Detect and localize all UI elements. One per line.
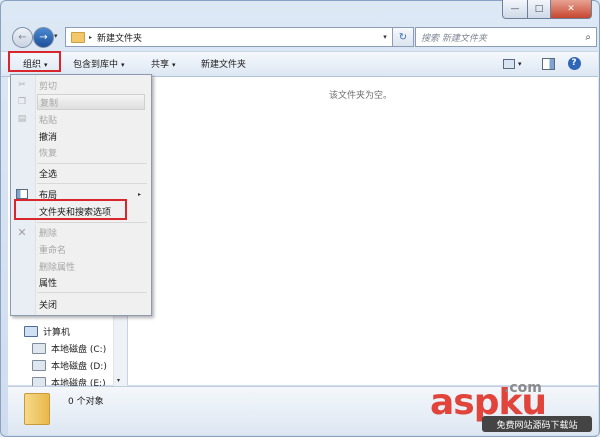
search-placeholder: 搜索 新建文件夹 [421,33,487,44]
item-count: 0 个对象 [68,397,104,407]
chevron-down-icon: ▾ [172,61,176,69]
computer-icon [24,326,38,337]
watermark-banner: 免费网站源码下载站 [482,416,592,432]
share-button[interactable]: 共享 ▾ [151,57,176,70]
address-bar[interactable]: ▸ 新建文件夹 ▾ [65,27,393,47]
search-icon[interactable]: ⌕ [585,32,591,43]
organize-highlight-box [8,51,61,72]
nav-item-label: 计算机 [43,328,71,338]
menu-item-paste[interactable]: 粘贴 [37,111,145,127]
menu-item-label: 恢复 [39,148,58,159]
back-button[interactable]: ← [12,27,33,48]
menu-separator [37,183,147,184]
help-icon: ? [567,57,581,70]
help-button[interactable]: ? [567,56,581,71]
folder-options-highlight-box [14,199,127,220]
folder-icon [71,31,85,43]
menu-item-label: 删除 [39,228,58,239]
window-controls: — □ ✕ [502,0,592,19]
menu-item-undo[interactable]: 撤消 [37,128,145,144]
preview-pane-icon [541,57,555,70]
menu-item-label: 撤消 [39,132,58,143]
search-input[interactable]: 搜索 新建文件夹 ⌕ [415,27,597,47]
menu-item-label: 属性 [39,278,58,289]
nav-item-drive-c[interactable]: 本地磁盘 (C:) [32,342,106,355]
menu-item-copy[interactable]: 复制 [37,94,145,110]
menu-item-cut[interactable]: 剪切 [37,77,145,93]
menu-item-rename[interactable]: 重命名 [37,241,145,257]
nav-item-computer[interactable]: 计算机 [24,325,70,338]
view-icon [503,58,515,69]
maximize-button[interactable]: □ [528,0,551,19]
menu-item-label: 全选 [39,169,58,180]
new-folder-button[interactable]: 新建文件夹 [201,57,246,70]
copy-icon: ❐ [17,97,27,107]
minimize-button[interactable]: — [502,0,528,19]
menu-separator [37,292,147,293]
include-in-library-label: 包含到库中 [73,60,119,70]
chevron-right-icon[interactable]: ▸ [89,34,92,41]
address-path[interactable]: 新建文件夹 [97,31,378,44]
drive-icon [32,343,46,354]
include-in-library-button[interactable]: 包含到库中 ▾ [73,57,125,70]
close-button[interactable]: ✕ [551,0,592,19]
folder-icon [24,393,50,425]
menu-item-label: 关闭 [39,300,58,311]
nav-item-label: 本地磁盘 (C:) [51,345,107,355]
nav-item-label: 本地磁盘 (D:) [51,362,107,372]
empty-folder-message: 该文件夹为空。 [329,91,393,101]
menu-item-label: 粘贴 [39,115,58,126]
menu-item-label: 删除属性 [39,262,76,273]
scroll-down-icon[interactable]: ▾ [117,377,120,384]
preview-pane-button[interactable] [541,56,555,71]
menu-item-close[interactable]: 关闭 [37,296,145,312]
menu-item-delete[interactable]: 删除 [37,224,145,240]
address-dropdown-icon[interactable]: ▾ [378,33,392,41]
history-dropdown-icon[interactable]: ▾ [54,32,58,40]
organize-menu: ✂ 剪切 ❐ 复制 ▤ 粘贴 撤消 恢复 全选 布局 ▸ 文件夹和搜索选项 ✕ 删… [10,74,152,316]
drive-icon [32,360,46,371]
nav-item-drive-d[interactable]: 本地磁盘 (D:) [32,359,107,372]
change-view-button[interactable] [503,56,515,71]
menu-separator [37,163,147,164]
menu-separator [37,222,147,223]
menu-item-label: 剪切 [39,81,58,92]
submenu-arrow-icon: ▸ [137,190,141,198]
delete-x-icon: ✕ [17,225,27,239]
menu-item-select-all[interactable]: 全选 [37,165,145,181]
menu-item-redo[interactable]: 恢复 [37,144,145,160]
watermark-suffix: .com [504,380,542,396]
menu-item-properties[interactable]: 属性 [37,274,145,290]
menu-item-label: 重命名 [39,245,67,256]
refresh-button[interactable]: ↻ [392,27,414,47]
share-label: 共享 [151,60,170,70]
scissors-icon: ✂ [18,80,26,90]
paste-icon: ▤ [17,114,27,124]
forward-button[interactable]: → [33,27,54,48]
view-dropdown-icon[interactable]: ▾ [518,56,522,71]
navigation-bar: ← → ▾ ▸ 新建文件夹 ▾ ↻ 搜索 新建文件夹 ⌕ [8,26,597,48]
menu-item-remove-properties[interactable]: 删除属性 [37,258,145,274]
menu-item-label: 复制 [40,98,59,109]
chevron-down-icon: ▾ [121,61,125,69]
